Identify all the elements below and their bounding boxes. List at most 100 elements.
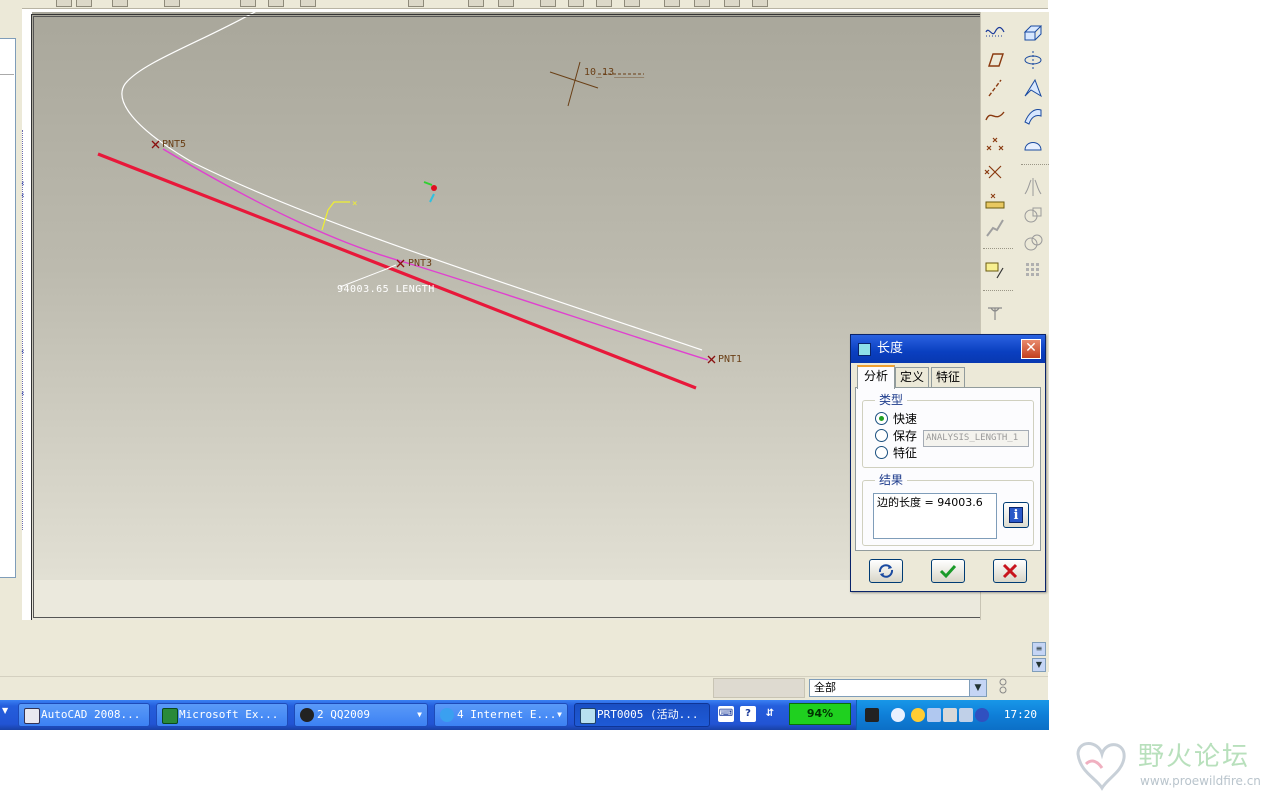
network-icon[interactable]: [927, 708, 941, 722]
offset-point-icon[interactable]: [983, 160, 1007, 184]
proe-icon: [580, 708, 596, 724]
keyboard-icon[interactable]: ⌨: [718, 706, 734, 722]
spline-curve: [162, 148, 709, 361]
sketch-icon[interactable]: [983, 258, 1007, 282]
point-marker-pnt5: [151, 140, 160, 149]
result-text-area[interactable]: 边的长度 = 94003.6: [873, 493, 997, 539]
merge-icon[interactable]: [1021, 202, 1045, 226]
tab-feature[interactable]: 特征: [931, 367, 965, 387]
toolbar-button[interactable]: [408, 0, 424, 7]
toolbar-button[interactable]: [540, 0, 556, 7]
radio-quick-label: 快速: [893, 412, 918, 426]
model-tree-list[interactable]: [0, 38, 16, 578]
tab-definition[interactable]: 定义: [895, 367, 929, 387]
scroll-up-icon[interactable]: ≡: [1032, 642, 1046, 656]
toolbar-button[interactable]: [568, 0, 584, 7]
sash-left-arrow-icon[interactable]: ‹: [21, 180, 27, 189]
checkmark-icon: [939, 564, 957, 579]
toolbar-button[interactable]: [624, 0, 640, 7]
sash-left-arrow-icon[interactable]: ‹: [21, 390, 27, 399]
plug-icon[interactable]: [865, 708, 879, 722]
selection-filter-select[interactable]: 全部 ▼: [809, 679, 987, 697]
toolbar-button[interactable]: [240, 0, 256, 7]
toolbar-button[interactable]: [596, 0, 612, 7]
sash-left-arrow-icon[interactable]: ‹: [21, 348, 27, 357]
info-icon: i: [1009, 507, 1023, 523]
panel-sash[interactable]: [22, 130, 29, 530]
extrude-icon[interactable]: [1021, 20, 1045, 44]
x-icon: [1002, 563, 1018, 579]
chevron-down-icon: ▼: [417, 710, 422, 719]
sash-left-arrow-icon[interactable]: ‹: [21, 192, 27, 201]
taskbar-item-autocad[interactable]: AutoCAD 2008...: [18, 703, 150, 727]
toolbar-button[interactable]: [664, 0, 680, 7]
excel-icon: [162, 708, 178, 724]
watermark-url: www.proewildfire.cn: [1140, 774, 1261, 788]
clock[interactable]: 17:20: [1004, 700, 1037, 730]
taskbar-item-ie[interactable]: 4 Internet E... ▼: [434, 703, 568, 727]
radio-feature-button[interactable]: [875, 446, 888, 459]
datum-point-icon[interactable]: [983, 132, 1007, 156]
ok-button[interactable]: [931, 559, 965, 583]
taskbar-item-qq[interactable]: 2 QQ2009 ▼: [294, 703, 428, 727]
taskbar-scroll-icon[interactable]: ▼: [2, 706, 8, 715]
datum-display-icon[interactable]: [983, 20, 1007, 44]
analysis-icon[interactable]: [983, 216, 1007, 240]
repeat-icon: [878, 564, 894, 578]
intersect-icon[interactable]: [1021, 230, 1045, 254]
blend-icon[interactable]: [1021, 104, 1045, 128]
toolbar-button[interactable]: [694, 0, 710, 7]
help-icon[interactable]: ?: [740, 706, 756, 722]
toolbar-button[interactable]: [76, 0, 92, 7]
info-button[interactable]: i: [1003, 502, 1029, 528]
datum-curve-icon[interactable]: [983, 104, 1007, 128]
status-indicator-icon[interactable]: [996, 676, 1010, 698]
toolbar-button[interactable]: [468, 0, 484, 7]
toolbar-button[interactable]: [268, 0, 284, 7]
tab-analysis[interactable]: 分析: [857, 365, 895, 389]
qq-tray-icon[interactable]: [911, 708, 925, 722]
annotation-mark: ×: [352, 199, 357, 209]
taskbar-item-proe[interactable]: PRT0005 (活动...: [574, 703, 710, 727]
radio-save-button[interactable]: [875, 429, 888, 442]
toolbar-button[interactable]: [112, 0, 128, 7]
pattern-icon[interactable]: [1021, 258, 1045, 282]
field-point-icon[interactable]: [983, 188, 1007, 212]
toolbar-button[interactable]: [724, 0, 740, 7]
csys-label: 10_13_____: [584, 67, 645, 78]
monitor-icon[interactable]: [959, 708, 973, 722]
sweep-icon[interactable]: [1021, 76, 1045, 100]
analysis-name-field[interactable]: ANALYSIS_LENGTH_1: [923, 430, 1029, 447]
dimension-label[interactable]: 94003.65 LENGTH: [337, 284, 435, 295]
annotation-leader: [321, 201, 350, 231]
scroll-down-icon[interactable]: ▼: [1032, 658, 1046, 672]
toolbar-button[interactable]: [752, 0, 768, 7]
language-bar-icon[interactable]: ⇵: [762, 706, 778, 722]
dialog-titlebar[interactable]: 长度 ✕: [851, 335, 1045, 363]
graphics-window[interactable]: × PNT5 PNT3 PNT1 10_13_____ 94003.65 LEN…: [32, 12, 980, 580]
shell-icon[interactable]: [983, 300, 1007, 324]
datum-axis-icon[interactable]: [983, 76, 1007, 100]
radio-quick-button[interactable]: [875, 412, 888, 425]
toolbar-separator: [983, 248, 1013, 249]
close-icon[interactable]: ✕: [1021, 339, 1041, 359]
scrollbar[interactable]: ≡ ▼: [1032, 640, 1046, 674]
revolve-icon[interactable]: [1021, 48, 1045, 72]
mirror-icon[interactable]: [1021, 174, 1045, 198]
result-group: 结果 边的长度 = 94003.6 i: [862, 472, 1034, 546]
repeat-button[interactable]: [869, 559, 903, 583]
chevron-down-icon[interactable]: ▼: [969, 680, 986, 696]
toolbar-button[interactable]: [498, 0, 514, 7]
taskbar-item-excel[interactable]: Microsoft Ex...: [156, 703, 288, 727]
volume-icon[interactable]: [943, 708, 957, 722]
tab-panel: 类型 快速 保存 ANALYSIS_LENGTH_1 特征 结果 边的长度 = …: [855, 387, 1041, 551]
cancel-button[interactable]: [993, 559, 1027, 583]
tray-expand-icon[interactable]: [891, 708, 905, 722]
boundary-blend-icon[interactable]: [1021, 132, 1045, 156]
radio-save-label: 保存: [893, 429, 918, 443]
toolbar-button[interactable]: [164, 0, 180, 7]
bluetooth-icon[interactable]: [975, 708, 989, 722]
toolbar-button[interactable]: [300, 0, 316, 7]
datum-plane-icon[interactable]: [983, 48, 1007, 72]
toolbar-button[interactable]: [56, 0, 72, 7]
